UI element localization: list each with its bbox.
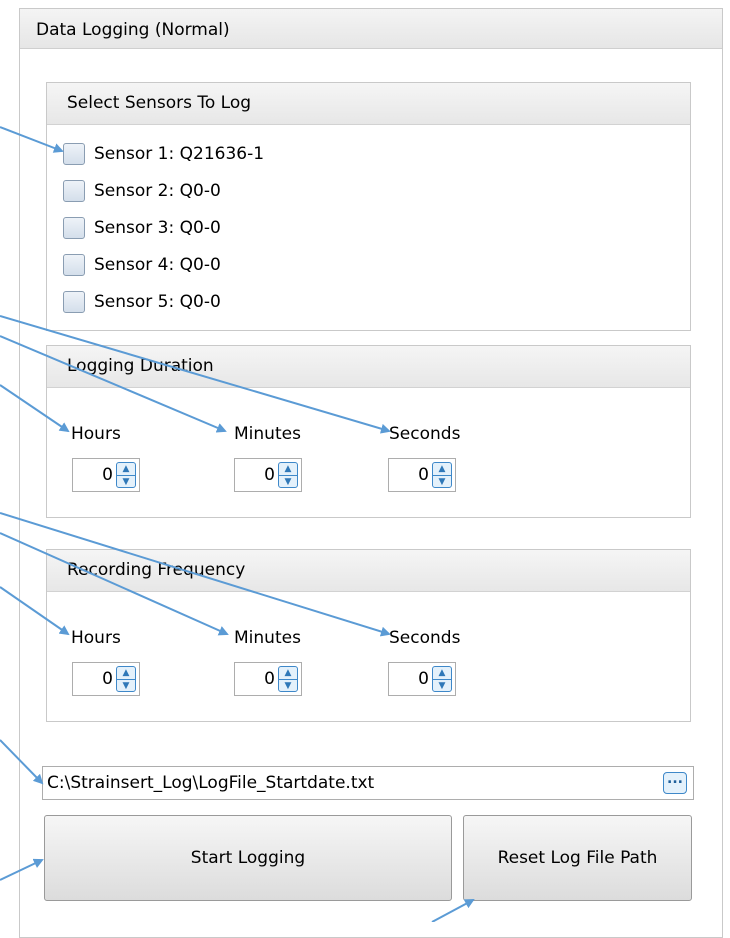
checkbox-icon[interactable] (63, 217, 85, 239)
chevron-down-icon[interactable]: ▼ (117, 680, 135, 692)
frequency-seconds-label: Seconds (389, 628, 461, 648)
sensor-label: Sensor 4: Q0-0 (94, 255, 221, 275)
sensor-checkbox-4[interactable]: Sensor 4: Q0-0 (63, 252, 221, 278)
frequency-seconds-spinbox[interactable]: 0 ▲ ▼ (388, 662, 456, 696)
sensor-label: Sensor 3: Q0-0 (94, 218, 221, 238)
reset-log-file-path-button[interactable]: Reset Log File Path (463, 815, 692, 901)
sensor-group-title: Select Sensors To Log (47, 83, 690, 125)
spin-value: 0 (418, 465, 429, 485)
chevron-up-icon[interactable]: ▲ (433, 463, 451, 476)
chevron-up-icon[interactable]: ▲ (279, 667, 297, 680)
sensor-label: Sensor 5: Q0-0 (94, 292, 221, 312)
spin-value: 0 (264, 669, 275, 689)
spin-value: 0 (102, 465, 113, 485)
panel-title: Data Logging (Normal) (20, 9, 722, 49)
duration-hours-spinbox[interactable]: 0 ▲ ▼ (72, 458, 140, 492)
browse-ellipsis-icon[interactable]: ... (663, 772, 687, 794)
spin-buttons[interactable]: ▲ ▼ (116, 666, 136, 692)
chevron-down-icon[interactable]: ▼ (433, 680, 451, 692)
chevron-up-icon[interactable]: ▲ (117, 667, 135, 680)
spin-buttons[interactable]: ▲ ▼ (432, 462, 452, 488)
checkbox-icon[interactable] (63, 254, 85, 276)
spin-buttons[interactable]: ▲ ▼ (278, 462, 298, 488)
logging-duration-group: Logging Duration Hours Minutes Seconds 0… (46, 345, 691, 518)
chevron-up-icon[interactable]: ▲ (433, 667, 451, 680)
frequency-hours-spinbox[interactable]: 0 ▲ ▼ (72, 662, 140, 696)
frequency-minutes-label: Minutes (234, 628, 301, 648)
chevron-down-icon[interactable]: ▼ (279, 680, 297, 692)
sensor-checkbox-1[interactable]: Sensor 1: Q21636-1 (63, 141, 264, 167)
spin-value: 0 (264, 465, 275, 485)
recording-frequency-group: Recording Frequency Hours Minutes Second… (46, 549, 691, 722)
spin-value: 0 (418, 669, 429, 689)
duration-minutes-label: Minutes (234, 424, 301, 444)
chevron-down-icon[interactable]: ▼ (433, 476, 451, 488)
frequency-hours-label: Hours (71, 628, 121, 648)
duration-seconds-spinbox[interactable]: 0 ▲ ▼ (388, 458, 456, 492)
checkbox-icon[interactable] (63, 180, 85, 202)
sensor-checkbox-5[interactable]: Sensor 5: Q0-0 (63, 289, 221, 315)
chevron-down-icon[interactable]: ▼ (279, 476, 297, 488)
spin-buttons[interactable]: ▲ ▼ (278, 666, 298, 692)
spin-buttons[interactable]: ▲ ▼ (116, 462, 136, 488)
spin-buttons[interactable]: ▲ ▼ (432, 666, 452, 692)
duration-seconds-label: Seconds (389, 424, 461, 444)
sensor-label: Sensor 2: Q0-0 (94, 181, 221, 201)
sensor-select-group: Select Sensors To Log Sensor 1: Q21636-1… (46, 82, 691, 331)
sensor-checkbox-2[interactable]: Sensor 2: Q0-0 (63, 178, 221, 204)
sensor-checkbox-3[interactable]: Sensor 3: Q0-0 (63, 215, 221, 241)
frequency-minutes-spinbox[interactable]: 0 ▲ ▼ (234, 662, 302, 696)
chevron-up-icon[interactable]: ▲ (279, 463, 297, 476)
spin-value: 0 (102, 669, 113, 689)
log-file-path-input[interactable]: C:\Strainsert_Log\LogFile_Startdate.txt … (42, 766, 694, 800)
checkbox-icon[interactable] (63, 291, 85, 313)
chevron-down-icon[interactable]: ▼ (117, 476, 135, 488)
start-logging-button[interactable]: Start Logging (44, 815, 452, 901)
sensor-label: Sensor 1: Q21636-1 (94, 144, 265, 164)
duration-hours-label: Hours (71, 424, 121, 444)
chevron-up-icon[interactable]: ▲ (117, 463, 135, 476)
logging-duration-title: Logging Duration (47, 346, 690, 388)
checkbox-icon[interactable] (63, 143, 85, 165)
duration-minutes-spinbox[interactable]: 0 ▲ ▼ (234, 458, 302, 492)
log-file-path-text: C:\Strainsert_Log\LogFile_Startdate.txt (47, 773, 375, 793)
recording-frequency-title: Recording Frequency (47, 550, 690, 592)
